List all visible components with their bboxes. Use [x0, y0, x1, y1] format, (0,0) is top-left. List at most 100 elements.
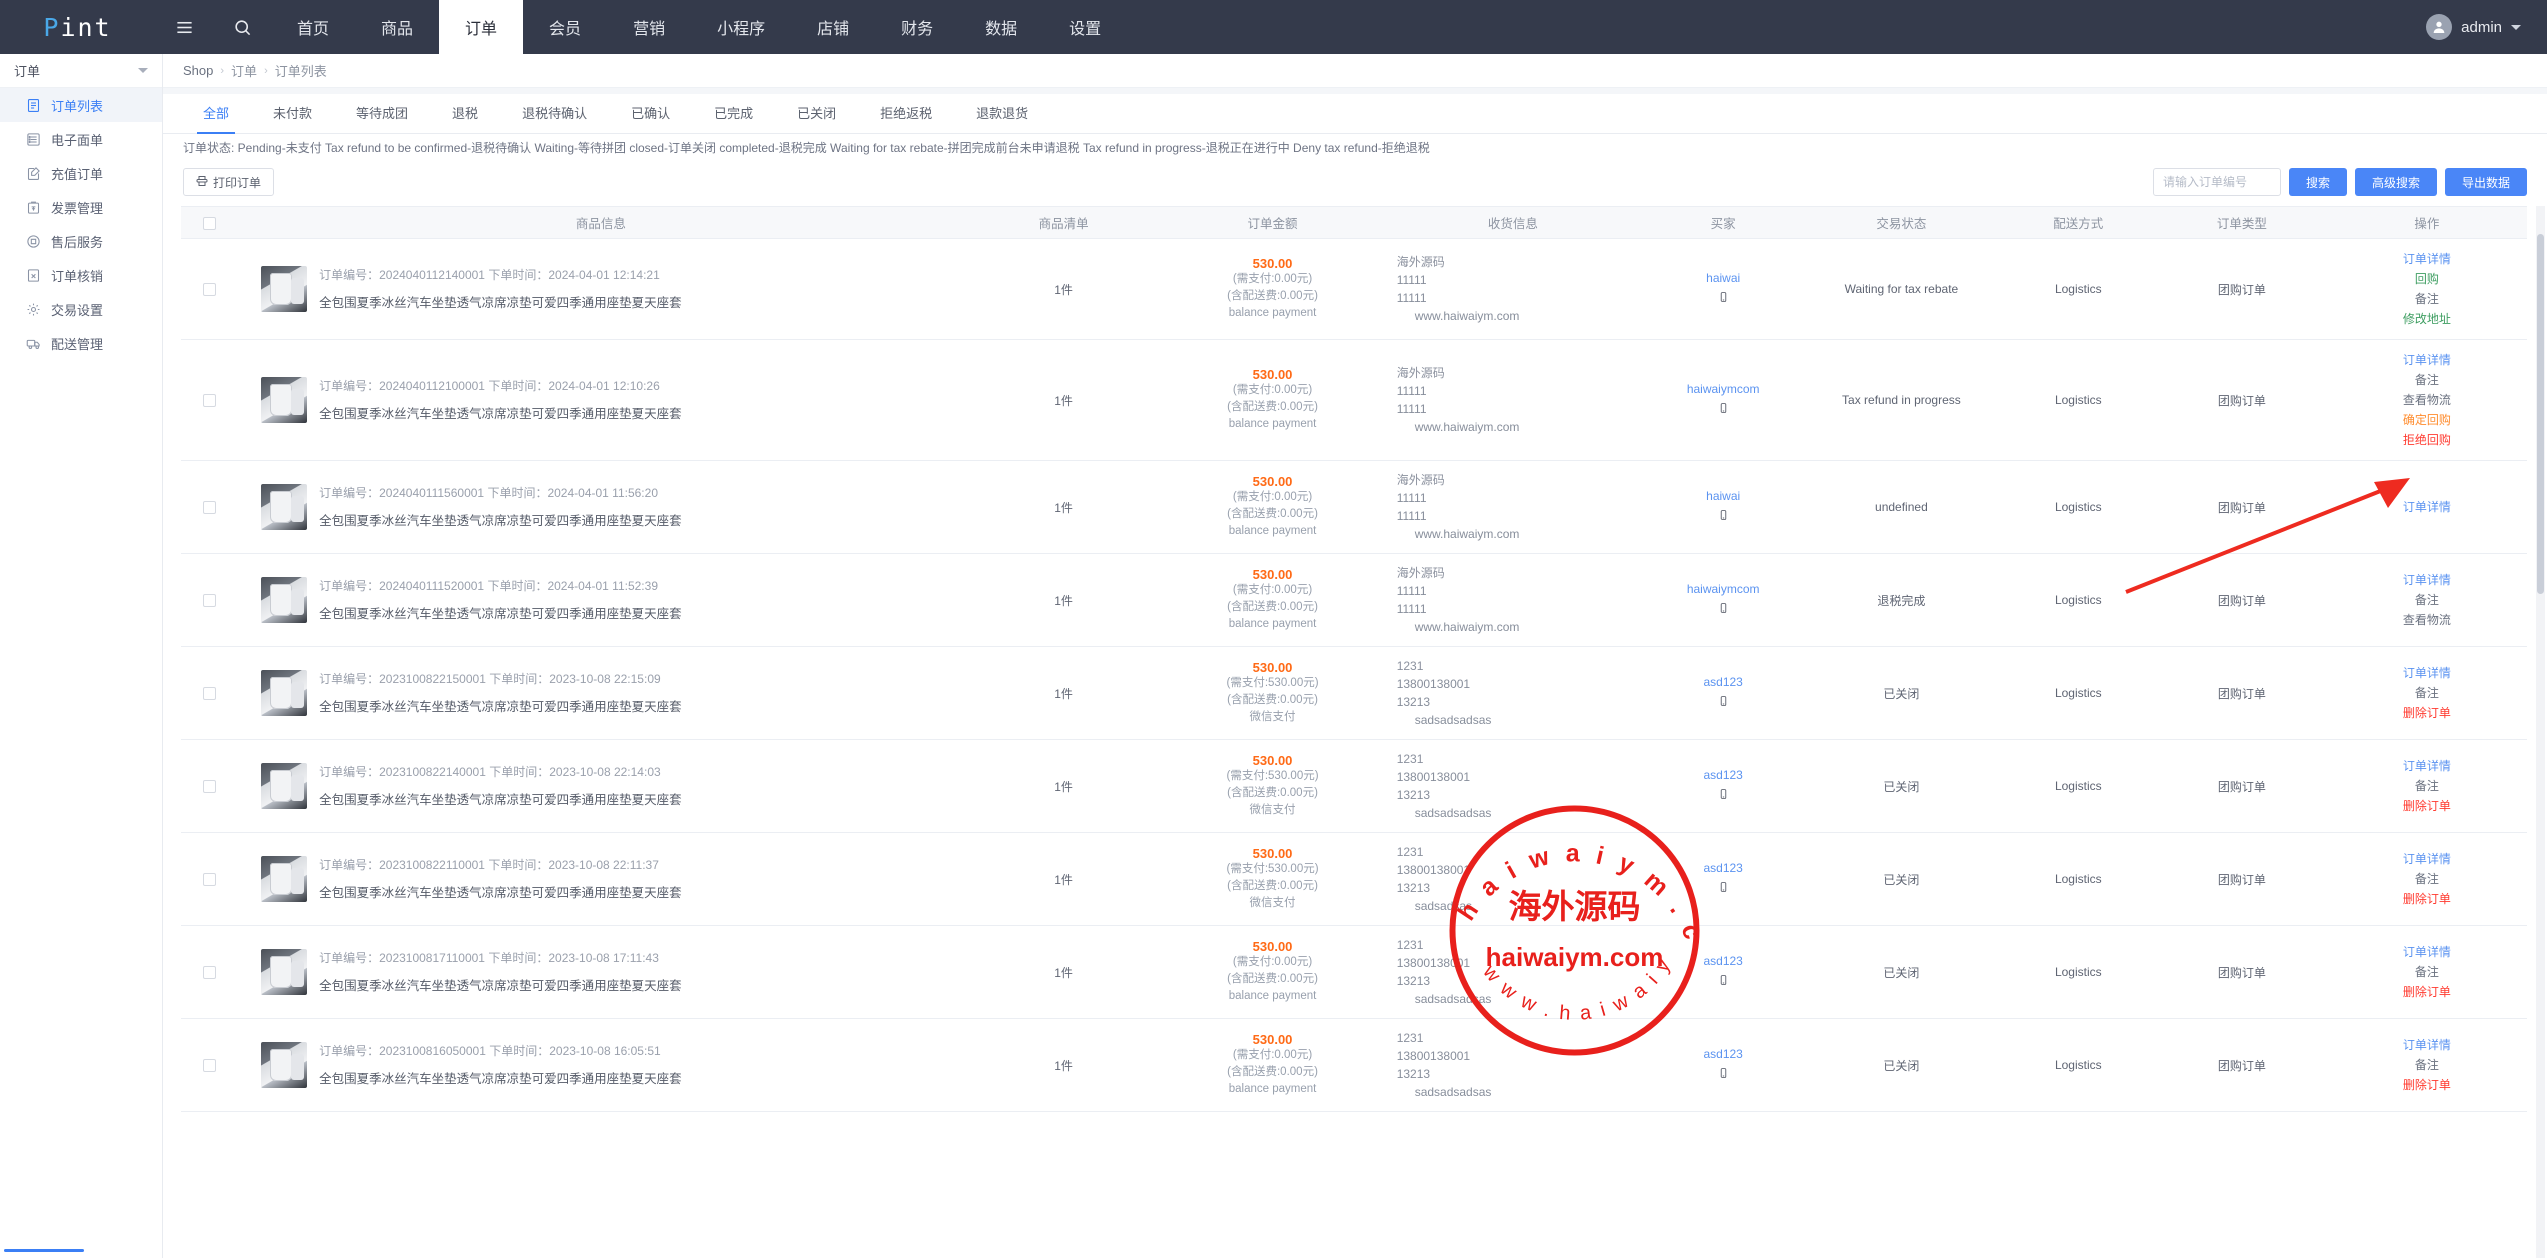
product-name[interactable]: 全包围夏季冰丝汽车坐垫透气凉席凉垫可爱四季通用座垫夏天座套 [319, 403, 682, 422]
nav-item-1[interactable]: 商品 [355, 0, 439, 54]
export-data-button[interactable]: 导出数据 [2445, 168, 2527, 196]
row-checkbox[interactable] [203, 501, 216, 514]
tab-4[interactable]: 退税待确认 [500, 94, 609, 133]
nav-item-5[interactable]: 小程序 [691, 0, 791, 54]
row-action-0[interactable]: 订单详情 [2333, 249, 2521, 269]
row-action-0[interactable]: 订单详情 [2333, 570, 2521, 590]
advanced-search-button[interactable]: 高级搜索 [2355, 168, 2437, 196]
row-action-2[interactable]: 查看物流 [2333, 610, 2521, 630]
print-order-button[interactable]: 打印订单 [183, 168, 274, 196]
row-action-1[interactable]: 备注 [2333, 683, 2521, 703]
scrollbar-thumb[interactable] [2537, 234, 2544, 594]
row-action-1[interactable]: 备注 [2333, 962, 2521, 982]
buyer-name[interactable]: haiwaiymcom [1649, 382, 1797, 396]
row-checkbox[interactable] [203, 394, 216, 407]
search-button[interactable]: 搜索 [2289, 168, 2347, 196]
row-action-2[interactable]: 查看物流 [2333, 390, 2521, 410]
nav-item-6[interactable]: 店铺 [791, 0, 875, 54]
nav-item-3[interactable]: 会员 [523, 0, 607, 54]
search-input[interactable] [2153, 168, 2281, 196]
row-action-0[interactable]: 订单详情 [2333, 350, 2521, 370]
product-name[interactable]: 全包围夏季冰丝汽车坐垫透气凉席凉垫可爱四季通用座垫夏天座套 [319, 789, 682, 808]
row-action-1[interactable]: 回购 [2333, 269, 2521, 289]
tab-5[interactable]: 已确认 [609, 94, 692, 133]
product-name[interactable]: 全包围夏季冰丝汽车坐垫透气凉席凉垫可爱四季通用座垫夏天座套 [319, 292, 682, 311]
select-all-checkbox[interactable] [203, 217, 216, 230]
buyer-name[interactable]: asd123 [1649, 861, 1797, 875]
row-action-4[interactable]: 拒绝回购 [2333, 430, 2521, 450]
row-action-0[interactable]: 订单详情 [2333, 849, 2521, 869]
sidebar-item-1[interactable]: 电子面单 [0, 122, 162, 156]
user-menu[interactable]: admin [2426, 0, 2547, 54]
buyer-name[interactable]: asd123 [1649, 768, 1797, 782]
tab-2[interactable]: 等待成团 [334, 94, 430, 133]
row-checkbox[interactable] [203, 780, 216, 793]
hamburger-icon[interactable] [155, 0, 213, 54]
product-name[interactable]: 全包围夏季冰丝汽车坐垫透气凉席凉垫可爱四季通用座垫夏天座套 [319, 510, 682, 529]
buyer-name[interactable]: asd123 [1649, 954, 1797, 968]
row-action-2[interactable]: 删除订单 [2333, 703, 2521, 723]
app-logo[interactable]: Pint [0, 0, 155, 54]
row-action-0[interactable]: 订单详情 [2333, 942, 2521, 962]
sidebar-item-6[interactable]: 交易设置 [0, 292, 162, 326]
sidebar-item-7[interactable]: 配送管理 [0, 326, 162, 360]
buyer-name[interactable]: haiwaiymcom [1649, 582, 1797, 596]
table-vertical-scrollbar[interactable] [2536, 206, 2545, 1258]
row-action-0[interactable]: 订单详情 [2333, 497, 2521, 517]
sidebar-scrollbar[interactable] [4, 1249, 84, 1252]
row-checkbox[interactable] [203, 283, 216, 296]
product-name[interactable]: 全包围夏季冰丝汽车坐垫透气凉席凉垫可爱四季通用座垫夏天座套 [319, 1068, 682, 1087]
row-action-2[interactable]: 删除订单 [2333, 796, 2521, 816]
row-checkbox[interactable] [203, 594, 216, 607]
row-action-0[interactable]: 订单详情 [2333, 756, 2521, 776]
sidebar-item-2[interactable]: 充值订单 [0, 156, 162, 190]
sidebar-item-5[interactable]: 订单核销 [0, 258, 162, 292]
sidebar-group-header[interactable]: 订单 [0, 54, 162, 88]
row-checkbox[interactable] [203, 1059, 216, 1072]
row-action-2[interactable]: 删除订单 [2333, 889, 2521, 909]
row-action-1[interactable]: 备注 [2333, 869, 2521, 889]
sidebar-item-4[interactable]: 售后服务 [0, 224, 162, 258]
row-action-2[interactable]: 备注 [2333, 289, 2521, 309]
tab-7[interactable]: 已关闭 [775, 94, 858, 133]
row-action-1[interactable]: 备注 [2333, 776, 2521, 796]
shipping-method-cell: Logistics [2000, 554, 2158, 647]
product-name[interactable]: 全包围夏季冰丝汽车坐垫透气凉席凉垫可爱四季通用座垫夏天座套 [319, 882, 682, 901]
nav-item-0[interactable]: 首页 [271, 0, 355, 54]
tab-6[interactable]: 已完成 [692, 94, 775, 133]
row-action-2[interactable]: 删除订单 [2333, 982, 2521, 1002]
product-name[interactable]: 全包围夏季冰丝汽车坐垫透气凉席凉垫可爱四季通用座垫夏天座套 [319, 603, 682, 622]
row-action-1[interactable]: 备注 [2333, 370, 2521, 390]
sidebar-item-0[interactable]: 订单列表 [0, 88, 162, 122]
nav-item-8[interactable]: 数据 [959, 0, 1043, 54]
row-checkbox[interactable] [203, 687, 216, 700]
row-action-1[interactable]: 备注 [2333, 1055, 2521, 1075]
buyer-name[interactable]: haiwai [1649, 271, 1797, 285]
nav-item-7[interactable]: 财务 [875, 0, 959, 54]
nav-item-9[interactable]: 设置 [1043, 0, 1127, 54]
row-action-0[interactable]: 订单详情 [2333, 663, 2521, 683]
tab-0[interactable]: 全部 [181, 94, 251, 133]
buyer-name[interactable]: asd123 [1649, 675, 1797, 689]
tab-9[interactable]: 退款退货 [954, 94, 1050, 133]
row-action-3[interactable]: 确定回购 [2333, 410, 2521, 430]
row-action-2[interactable]: 删除订单 [2333, 1075, 2521, 1095]
search-icon[interactable] [213, 0, 271, 54]
tab-3[interactable]: 退税 [430, 94, 500, 133]
tab-1[interactable]: 未付款 [251, 94, 334, 133]
row-checkbox[interactable] [203, 873, 216, 886]
nav-item-4[interactable]: 营销 [607, 0, 691, 54]
sidebar-item-3[interactable]: 发票管理 [0, 190, 162, 224]
nav-item-2[interactable]: 订单 [439, 0, 523, 54]
tab-8[interactable]: 拒绝返税 [858, 94, 954, 133]
row-action-3[interactable]: 修改地址 [2333, 309, 2521, 329]
buyer-name[interactable]: asd123 [1649, 1047, 1797, 1061]
breadcrumb-item-1[interactable]: 订单 [231, 61, 257, 80]
row-checkbox[interactable] [203, 966, 216, 979]
buyer-name[interactable]: haiwai [1649, 489, 1797, 503]
row-action-0[interactable]: 订单详情 [2333, 1035, 2521, 1055]
product-name[interactable]: 全包围夏季冰丝汽车坐垫透气凉席凉垫可爱四季通用座垫夏天座套 [319, 975, 682, 994]
breadcrumb-item-0[interactable]: Shop [183, 63, 213, 78]
row-action-1[interactable]: 备注 [2333, 590, 2521, 610]
product-name[interactable]: 全包围夏季冰丝汽车坐垫透气凉席凉垫可爱四季通用座垫夏天座套 [319, 696, 682, 715]
